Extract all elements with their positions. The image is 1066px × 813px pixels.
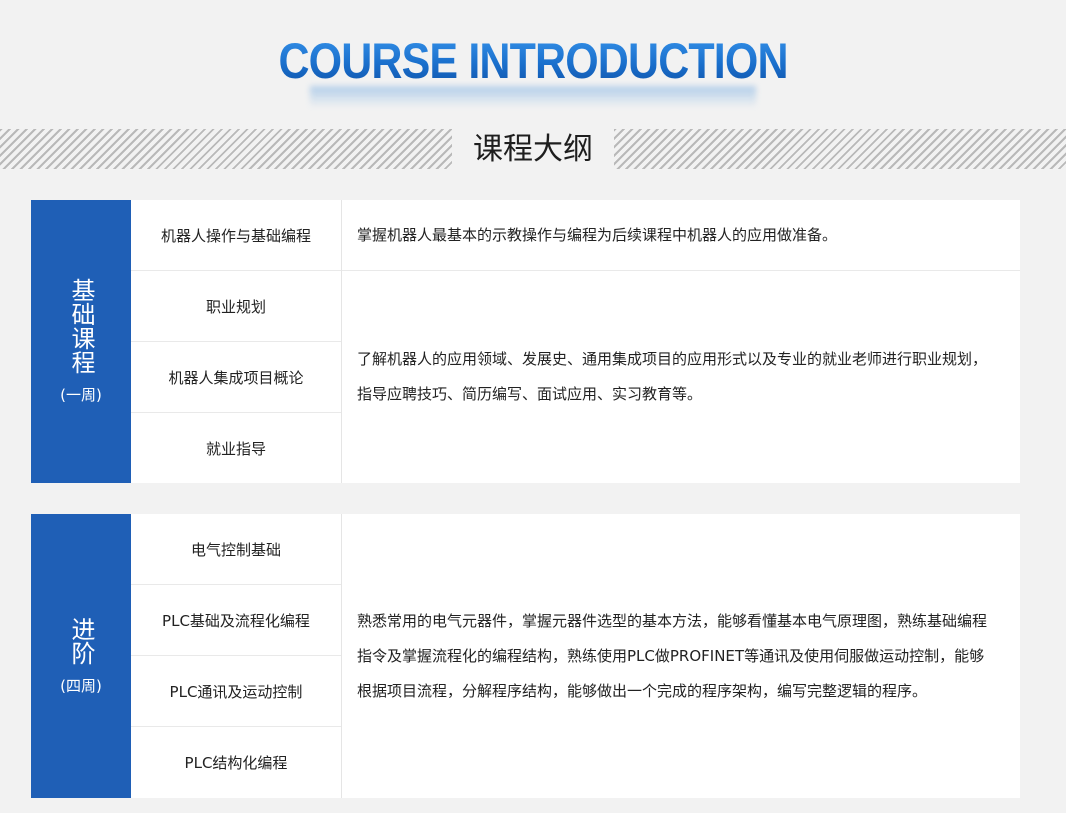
section-name: 基础课程: [67, 278, 95, 374]
section-name: 进阶: [67, 616, 95, 665]
title-reflection: [310, 86, 756, 108]
module-item: PLC通讯及运动控制: [131, 656, 341, 727]
module-item: PLC结构化编程: [184, 754, 288, 772]
module-item: 就业指导: [205, 439, 266, 458]
module-item: 机器人集成项目概论: [131, 342, 341, 413]
right-divider-stripe: [614, 129, 1066, 169]
advanced-course-section: 进阶 (四周) 电气控制基础 PLC基础及流程化编程 PLC通讯及运动控制 PL…: [31, 514, 1020, 798]
module-description: 了解机器人的应用领域、发展史、通用集成项目的应用形式以及专业的就业老师进行职业规…: [357, 350, 988, 403]
section-duration: (四周): [60, 676, 102, 695]
section-label: 基础课程 (一周): [31, 200, 131, 483]
module-list: 机器人操作与基础编程 职业规划 机器人集成项目概论 就业指导: [131, 200, 342, 483]
module-list: 电气控制基础 PLC基础及流程化编程 PLC通讯及运动控制 PLC结构化编程: [131, 514, 342, 798]
module-description: 掌握机器人最基本的示教操作与编程为后续课程中机器人的应用做准备。: [342, 200, 1020, 271]
course-outline-heading: 课程大纲: [473, 132, 593, 167]
section-label: 进阶 (四周): [31, 514, 131, 798]
left-divider-stripe: [0, 129, 452, 169]
module-item: 职业规划: [131, 271, 341, 342]
course-introduction-title: COURSE INTRODUCTION: [278, 30, 788, 92]
basic-course-section: 基础课程 (一周) 机器人操作与基础编程 职业规划 机器人集成项目概论 就业指导…: [31, 200, 1020, 483]
module-description: 熟悉常用的电气元器件，掌握元器件选型的基本方法，能够看懂基本电气原理图，熟练基础…: [357, 611, 988, 700]
section-duration: (一周): [60, 386, 102, 404]
module-item: 机器人操作与基础编程: [131, 200, 341, 271]
module-item: PLC基础及流程化编程: [131, 585, 341, 656]
module-item: 电气控制基础: [131, 514, 341, 585]
